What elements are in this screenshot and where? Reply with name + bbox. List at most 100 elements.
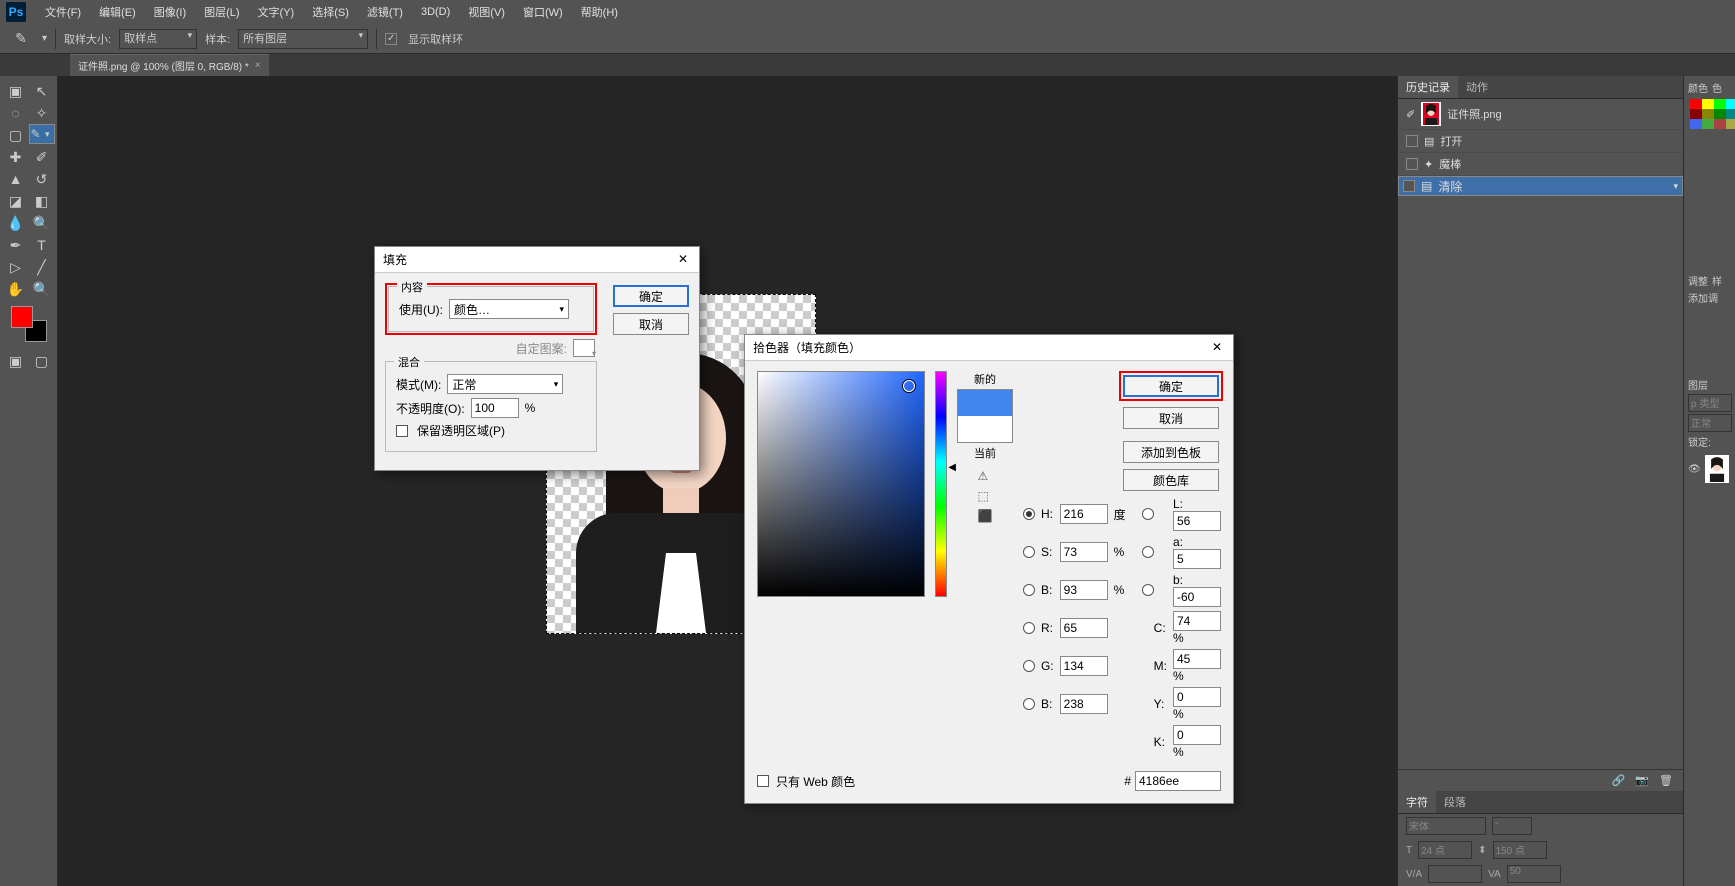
screen-mode-tool[interactable]: ▢ — [29, 350, 55, 372]
trash-icon[interactable]: 🗑 — [1659, 774, 1673, 787]
lasso-tool[interactable]: ✧ — [29, 102, 55, 124]
heal-tool[interactable]: ✚ — [3, 146, 29, 168]
menu-filter[interactable]: 滤镜(T) — [358, 1, 412, 23]
use-select[interactable]: 颜色… — [449, 299, 569, 319]
swatch-grid[interactable] — [1688, 97, 1735, 131]
history-brush-tool[interactable]: ↺ — [29, 168, 55, 190]
fill-cancel-button[interactable]: 取消 — [613, 313, 689, 335]
cube2-icon[interactable]: ⬛ — [977, 509, 992, 523]
layer-thumb[interactable] — [1705, 455, 1729, 483]
menu-help[interactable]: 帮助(H) — [572, 1, 627, 23]
menu-type[interactable]: 文字(Y) — [249, 1, 304, 23]
tab-style[interactable]: 样 — [1712, 273, 1722, 288]
opt-sample-layers[interactable]: 所有图层 — [238, 29, 368, 49]
layer-kind[interactable]: ρ 类型 — [1688, 394, 1732, 412]
menu-view[interactable]: 视图(V) — [459, 1, 514, 23]
menu-select[interactable]: 选择(S) — [303, 1, 358, 23]
link-icon[interactable]: 🔗 — [1612, 774, 1626, 787]
history-step-magic[interactable]: ✦魔棒 — [1398, 153, 1683, 176]
inp-c[interactable]: 74 — [1173, 611, 1221, 631]
stamp-tool[interactable]: ▲ — [3, 168, 29, 190]
color-field[interactable] — [757, 371, 925, 597]
crop-tool[interactable]: ▢ — [3, 124, 29, 146]
tab-swatch[interactable]: 色 — [1712, 80, 1722, 95]
radio-h[interactable] — [1023, 508, 1035, 520]
blur-tool[interactable]: 💧 — [3, 212, 29, 234]
radio-s[interactable] — [1023, 546, 1035, 558]
cp-addswatch-button[interactable]: 添加到色板 — [1123, 441, 1219, 463]
dodge-tool[interactable]: 🔍 — [29, 212, 55, 234]
inp-m[interactable]: 45 — [1173, 649, 1221, 669]
cp-close-icon[interactable]: ✕ — [1209, 339, 1225, 355]
radio-r[interactable] — [1023, 622, 1035, 634]
cp-colorlib-button[interactable]: 颜色库 — [1123, 469, 1219, 491]
radio-g[interactable] — [1023, 660, 1035, 672]
camera-icon[interactable]: 📷 — [1635, 774, 1649, 787]
brush-tool[interactable]: ✐ — [29, 146, 55, 168]
fill-ok-button[interactable]: 确定 — [613, 285, 689, 307]
preserve-check[interactable] — [396, 425, 408, 437]
tab-layers[interactable]: 图层 — [1688, 377, 1708, 392]
kerning[interactable] — [1428, 865, 1482, 883]
tab-para[interactable]: 段落 — [1436, 791, 1474, 813]
menu-edit[interactable]: 编辑(E) — [90, 1, 145, 23]
move-tool[interactable]: ▣ — [3, 80, 29, 102]
marquee-tool[interactable]: ◌ — [3, 102, 29, 124]
radio-l[interactable] — [1142, 508, 1154, 520]
font-size[interactable]: 24 点 — [1418, 841, 1472, 859]
menu-file[interactable]: 文件(F) — [36, 1, 90, 23]
cube-icon[interactable]: ⬚ — [977, 489, 992, 503]
hue-slider[interactable] — [935, 371, 947, 597]
menu-3d[interactable]: 3D(D) — [412, 3, 459, 21]
tab-history[interactable]: 历史记录 — [1398, 76, 1458, 98]
add-adjustment[interactable]: 添加调 — [1688, 290, 1718, 305]
inp-s[interactable]: 73 — [1060, 542, 1108, 562]
font-family[interactable]: 宋体 — [1406, 817, 1486, 835]
hand-tool[interactable]: ✋ — [3, 278, 29, 300]
inp-g[interactable]: 134 — [1060, 656, 1108, 676]
path-tool[interactable]: ▷ — [3, 256, 29, 278]
gradient-tool[interactable]: ◧ — [29, 190, 55, 212]
tracking[interactable]: 50 — [1507, 865, 1561, 883]
inp-k[interactable]: 0 — [1173, 725, 1221, 745]
close-tab-icon[interactable]: × — [255, 60, 261, 71]
radio-a[interactable] — [1142, 546, 1154, 558]
blend-normal[interactable]: 正常 — [1688, 414, 1732, 432]
cp-cancel-button[interactable]: 取消 — [1123, 407, 1219, 429]
opt-sample-size[interactable]: 取样点 — [119, 29, 197, 49]
history-step-clear[interactable]: ▤清除 — [1398, 176, 1683, 196]
fg-bg-swatch[interactable] — [9, 304, 49, 344]
opacity-input[interactable]: 100 — [471, 398, 519, 418]
radio-bb[interactable] — [1142, 584, 1154, 596]
fill-titlebar[interactable]: 填充 ✕ — [375, 247, 699, 273]
quickmask-tool[interactable]: ▣ — [3, 350, 29, 372]
mode-select[interactable]: 正常 — [447, 374, 563, 394]
inp-l[interactable]: 56 — [1173, 511, 1221, 531]
tab-color[interactable]: 颜色 — [1688, 80, 1708, 95]
type-tool[interactable]: T — [29, 234, 55, 256]
tab-char[interactable]: 字符 — [1398, 791, 1436, 813]
font-style[interactable]: - — [1492, 817, 1532, 835]
hex-input[interactable]: 4186ee — [1135, 771, 1221, 791]
inp-bb[interactable]: -60 — [1173, 587, 1221, 607]
tab-adjust[interactable]: 调整 — [1688, 273, 1708, 288]
zoom-tool[interactable]: 🔍 — [29, 278, 55, 300]
eyedropper-tool[interactable]: ✎ — [29, 124, 55, 144]
inp-h[interactable]: 216 — [1060, 504, 1108, 524]
history-snapshot[interactable]: ✐ 证件照.png — [1398, 99, 1683, 130]
fill-close-icon[interactable]: ✕ — [675, 251, 691, 267]
inp-b2[interactable]: 238 — [1060, 694, 1108, 714]
menu-window[interactable]: 窗口(W) — [514, 1, 572, 23]
radio-b[interactable] — [1023, 584, 1035, 596]
inp-b[interactable]: 93 — [1060, 580, 1108, 600]
warn-icon[interactable]: ⚠ — [977, 469, 992, 483]
history-step-open[interactable]: ▤打开 — [1398, 130, 1683, 153]
web-only-check[interactable] — [757, 775, 769, 787]
radio-b2[interactable] — [1023, 698, 1035, 710]
cp-titlebar[interactable]: 拾色器（填充颜色） ✕ — [745, 335, 1233, 361]
tab-action[interactable]: 动作 — [1458, 76, 1496, 98]
inp-y[interactable]: 0 — [1173, 687, 1221, 707]
artboard-tool[interactable]: ↖ — [29, 80, 55, 102]
opt-show-ring-check[interactable]: ✓ — [385, 33, 397, 45]
document-tab[interactable]: 证件照.png @ 100% (图层 0, RGB/8) * × — [70, 54, 269, 76]
